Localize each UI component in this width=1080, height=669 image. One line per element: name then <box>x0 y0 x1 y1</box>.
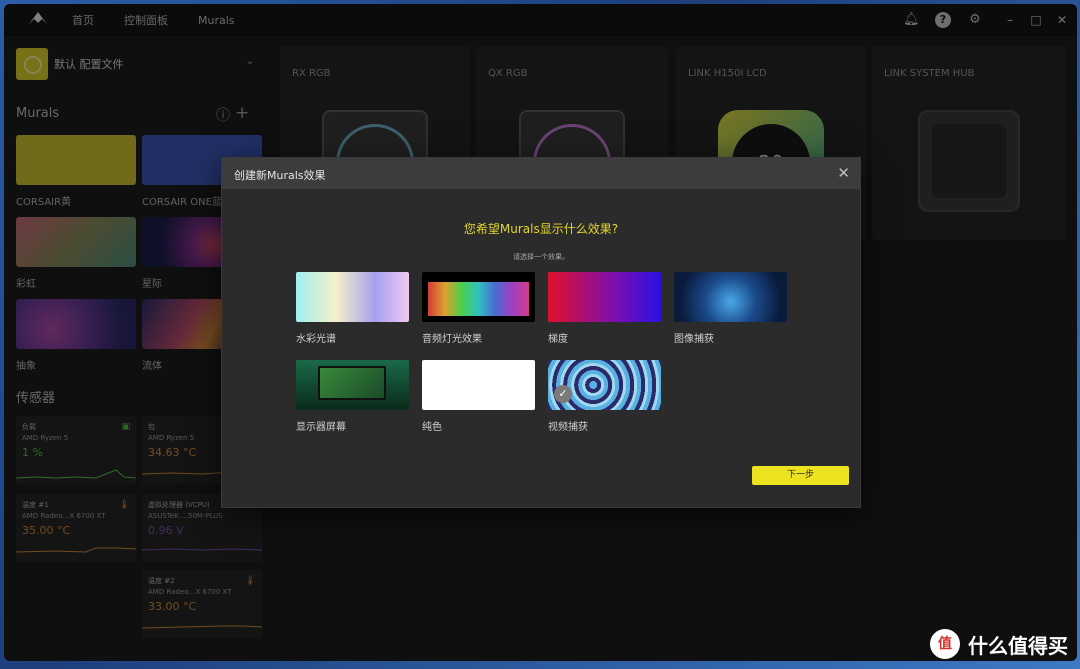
effect-option-label: 纯色 <box>422 422 442 433</box>
dialog-title: 创建新Murals效果 <box>234 169 326 182</box>
dialog-header: 创建新Murals效果 ✕ <box>222 158 860 189</box>
dialog-subtitle: 请选择一个效果。 <box>513 253 569 261</box>
effect-option-gradient[interactable] <box>548 272 661 322</box>
watermark-badge: 值 <box>930 629 960 659</box>
effect-option-audio[interactable] <box>422 272 535 322</box>
next-button[interactable]: 下一步 <box>752 466 849 485</box>
dialog-question: 您希望Murals显示什么效果? <box>463 222 619 236</box>
effect-option-solid-color[interactable] <box>422 360 535 410</box>
effect-option-label: 视频捕获 <box>548 422 588 433</box>
watermark-text: 什么值得买 <box>968 633 1068 658</box>
effect-option-label: 梯度 <box>548 334 568 345</box>
effect-option-image-capture[interactable] <box>674 272 787 322</box>
effect-option-label: 显示器屏幕 <box>296 422 346 433</box>
effect-option-label: 图像捕获 <box>674 334 714 345</box>
watermark: 值 什么值得买 <box>930 629 1068 659</box>
effect-option-label: 水彩光谱 <box>296 334 336 345</box>
effect-option-video-capture[interactable]: ✓ <box>548 360 661 410</box>
effect-option-screen[interactable] <box>296 360 409 410</box>
create-mural-dialog: 创建新Murals效果 ✕ 您希望Murals显示什么效果? 请选择一个效果。 … <box>221 157 861 508</box>
effect-option-label: 音频灯光效果 <box>422 334 482 345</box>
app-window: 首页 控制面板 Murals 🔔︎ ? ⚙ – □ ✕ 默认 配置文件 ⌄ Mu… <box>4 4 1077 661</box>
effect-option-watercolor[interactable] <box>296 272 409 322</box>
close-icon[interactable]: ✕ <box>837 164 850 182</box>
checkmark-icon: ✓ <box>554 385 572 403</box>
